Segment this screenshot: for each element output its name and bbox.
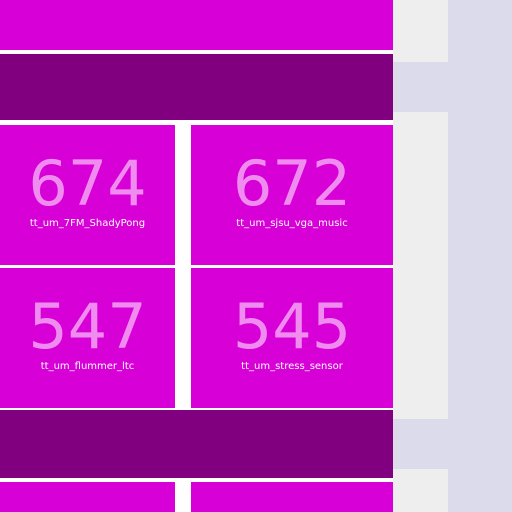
- tile-label: tt_um_stress_sensor: [241, 361, 343, 372]
- side-panel-bottom: [393, 469, 448, 512]
- tile-label: tt_um_flummer_ltc: [40, 361, 135, 372]
- tile-grid-view: 674 tt_um_7FM_ShadyPong 672 tt_um_sjsu_v…: [0, 0, 512, 512]
- right-rail: [448, 0, 512, 512]
- side-panel-middle: [393, 112, 448, 419]
- row-divider-band-top: [0, 54, 393, 120]
- tile-number: 674: [28, 147, 147, 220]
- row-divider-band-bottom: [0, 410, 393, 478]
- tile-674[interactable]: 674 tt_um_7FM_ShadyPong: [0, 125, 175, 265]
- tile-row-top-partial[interactable]: [0, 0, 393, 50]
- tile-547[interactable]: 547 tt_um_flummer_ltc: [0, 268, 175, 408]
- side-panel-divider-bottom: [393, 419, 448, 469]
- side-panel-divider-top: [393, 62, 448, 112]
- tile-bottom-left-partial[interactable]: [0, 482, 175, 512]
- tile-bottom-right-partial[interactable]: [191, 482, 393, 512]
- tile-number: 672: [232, 147, 352, 220]
- tile-545[interactable]: 545 tt_um_stress_sensor: [191, 268, 393, 408]
- tile-672[interactable]: 672 tt_um_sjsu_vga_music: [191, 125, 393, 265]
- tile-number: 547: [28, 290, 147, 363]
- side-panel-top: [393, 0, 448, 62]
- tile-label: tt_um_sjsu_vga_music: [236, 218, 348, 229]
- tile-number: 545: [232, 290, 352, 363]
- tile-label: tt_um_7FM_ShadyPong: [29, 218, 146, 229]
